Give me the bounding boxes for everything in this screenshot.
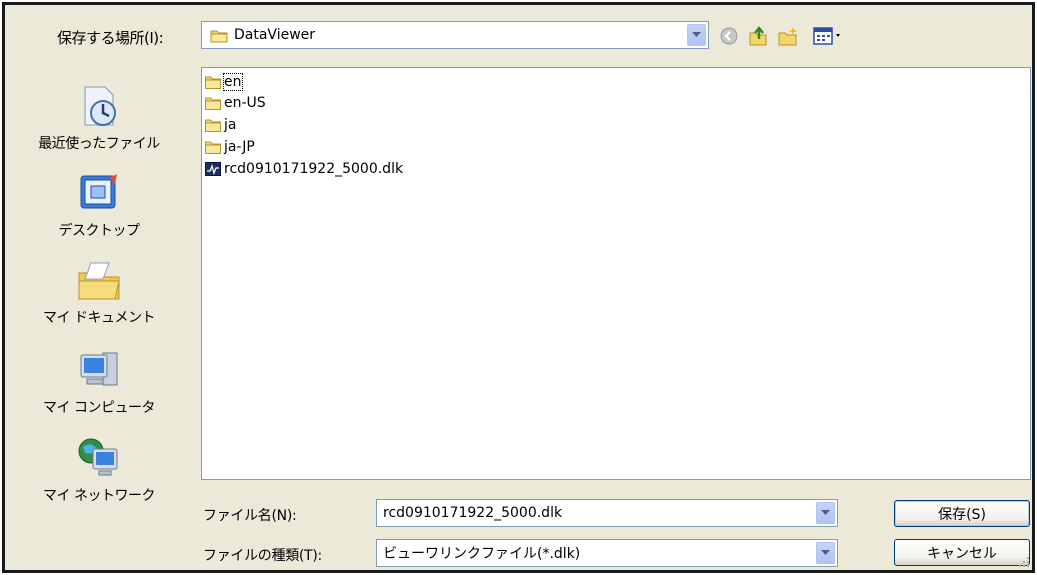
folder-icon: [205, 141, 221, 154]
current-folder-name: DataViewer: [234, 27, 316, 43]
place-label: マイ コンピュータ: [43, 400, 155, 416]
view-menu-icon[interactable]: [811, 25, 845, 47]
list-item[interactable]: ja: [205, 115, 236, 135]
filename-input[interactable]: rcd0910171922_5000.dlk: [376, 499, 838, 527]
save-as-dialog: 保存する場所(I): DataViewer 最近使ったファイル デスクトップ マ…: [2, 2, 1035, 573]
file-name: ja: [224, 117, 237, 133]
file-list[interactable]: en en-US ja ja-JP rcd0910171922_5000.dlk: [201, 67, 1031, 480]
list-item[interactable]: en: [205, 72, 243, 92]
place-my-computer[interactable]: マイ コンピュータ: [9, 347, 189, 417]
chevron-down-icon[interactable]: [816, 542, 835, 564]
folder-icon: [205, 76, 221, 89]
save-location-label: 保存する場所(I):: [57, 29, 164, 47]
place-my-network[interactable]: マイ ネットワーク: [9, 435, 189, 505]
place-my-documents[interactable]: マイ ドキュメント: [9, 257, 189, 327]
folder-icon: [205, 97, 221, 110]
file-name: en: [223, 73, 243, 91]
place-label: マイ ネットワーク: [43, 488, 155, 504]
my-computer-icon: [80, 352, 118, 386]
recent-documents-icon: [84, 86, 116, 126]
back-icon[interactable]: [718, 25, 740, 47]
file-name: rcd0910171922_5000.dlk: [224, 161, 404, 177]
place-label: デスクトップ: [58, 223, 141, 239]
filetype-select[interactable]: ビューワリンクファイル(*.dlk): [376, 539, 838, 567]
list-item[interactable]: rcd0910171922_5000.dlk: [205, 159, 403, 179]
list-item[interactable]: ja-JP: [205, 137, 255, 157]
filename-label: ファイル名(N):: [203, 508, 297, 524]
list-item[interactable]: en-US: [205, 93, 266, 113]
desktop-icon: [80, 174, 117, 209]
place-label: 最近使ったファイル: [38, 136, 160, 152]
resize-grip-icon[interactable]: [1018, 556, 1030, 568]
save-button[interactable]: 保存(S): [894, 500, 1030, 527]
place-label: マイ ドキュメント: [43, 310, 155, 326]
save-location-combo[interactable]: DataViewer: [201, 21, 709, 49]
cancel-button[interactable]: キャンセル: [894, 539, 1030, 566]
folder-icon: [210, 30, 228, 42]
places-bar: 最近使ったファイル デスクトップ マイ ドキュメント マイ コンピュータ マイ …: [9, 65, 189, 505]
my-documents-icon: [78, 262, 120, 300]
file-name: ja-JP: [224, 139, 255, 155]
filetype-label: ファイルの種類(T):: [203, 548, 322, 564]
chevron-down-icon[interactable]: [816, 502, 835, 524]
filename-value: rcd0910171922_5000.dlk: [383, 505, 563, 521]
up-folder-icon[interactable]: [747, 25, 769, 47]
place-recent[interactable]: 最近使ったファイル: [9, 83, 189, 153]
filetype-value: ビューワリンクファイル(*.dlk): [383, 546, 581, 562]
dlk-file-icon: [205, 162, 221, 176]
chevron-down-icon[interactable]: [687, 24, 706, 46]
new-folder-icon[interactable]: [777, 25, 799, 47]
folder-icon: [205, 119, 221, 132]
place-desktop[interactable]: デスクトップ: [9, 170, 189, 240]
file-name: en-US: [224, 95, 266, 111]
my-network-icon: [78, 438, 118, 476]
